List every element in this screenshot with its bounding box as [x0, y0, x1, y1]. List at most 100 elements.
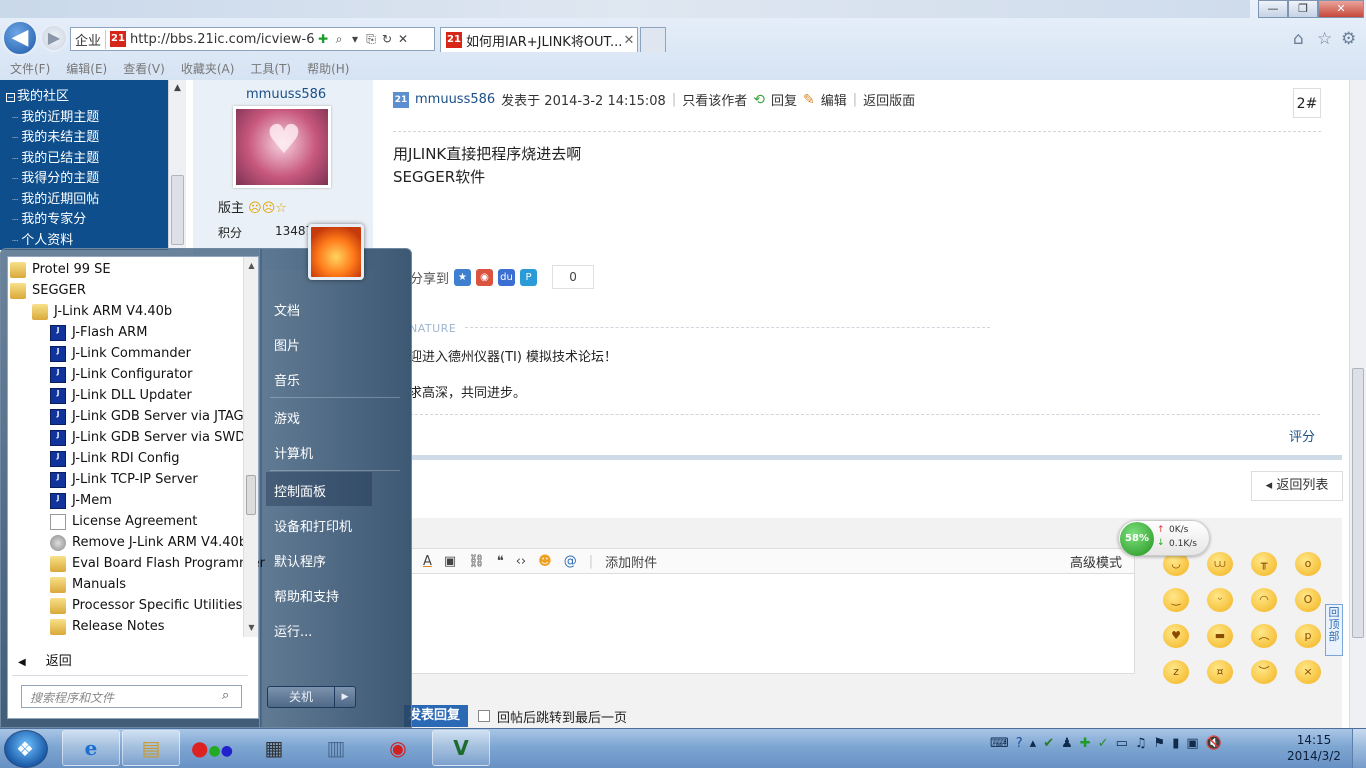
link-music[interactable]: 音乐	[274, 370, 300, 389]
scroll-thumb[interactable]	[246, 475, 256, 515]
link-computer[interactable]: 计算机	[274, 443, 313, 462]
page-scrollbar[interactable]	[1349, 80, 1366, 728]
shutdown-options-button[interactable]: ▶	[334, 686, 356, 708]
shield-icon[interactable]: ✔	[1043, 736, 1054, 751]
scroll-up-icon[interactable]: ▲	[169, 80, 186, 96]
emoji-icon[interactable]: ¤	[1207, 660, 1233, 684]
ie-icon[interactable]: e	[62, 730, 120, 766]
program-item[interactable]: J J-Link DLL Updater	[50, 385, 192, 406]
emoji-icon[interactable]: ▬	[1207, 624, 1233, 648]
show-desktop-button[interactable]	[1352, 729, 1366, 768]
dropdown-icon[interactable]: ▾	[347, 32, 363, 46]
device-icon[interactable]: ▮	[1172, 736, 1179, 751]
nav-item[interactable]: 我的近期回帖	[0, 190, 168, 211]
clock[interactable]: 14:15 2014/3/2	[1284, 732, 1344, 764]
scroll-thumb[interactable]	[171, 175, 184, 245]
monitor-icon[interactable]: ▭	[1116, 736, 1128, 751]
program-item[interactable]: J J-Link TCP-IP Server	[50, 469, 198, 490]
home-icon[interactable]: ⌂	[1293, 29, 1304, 49]
edit-link[interactable]: 编辑	[821, 90, 847, 109]
link-default-programs[interactable]: 默认程序	[274, 551, 326, 570]
zone-label[interactable]: 企业	[71, 29, 107, 49]
edit-icon[interactable]: ✎	[803, 92, 815, 108]
refresh-icon[interactable]: ↻	[379, 32, 395, 46]
reply-textarea[interactable]	[410, 574, 1135, 674]
only-author-link[interactable]: 只看该作者	[682, 90, 747, 109]
tool-icon[interactable]: ▦	[245, 730, 303, 766]
program-item[interactable]: J J-Link Commander	[50, 343, 191, 364]
qq-icon[interactable]: ♟	[1061, 736, 1073, 751]
scroll-down-icon[interactable]: ▼	[244, 623, 259, 632]
scroll-up-icon[interactable]: ▲	[244, 261, 259, 270]
nav-item[interactable]: 我的近期主题	[0, 108, 168, 129]
music-icon[interactable]: ♫	[1135, 736, 1147, 751]
emoji-icon[interactable]: ︵	[1251, 624, 1277, 648]
post-author[interactable]: mmuuss586	[415, 92, 495, 107]
keyboard-icon[interactable]: ⌨	[990, 736, 1009, 751]
user-avatar[interactable]	[233, 106, 331, 188]
start-button[interactable]	[4, 730, 48, 768]
program-item[interactable]: J J-Mem	[50, 490, 112, 511]
emoji-icon[interactable]: z	[1163, 660, 1189, 684]
program-item[interactable]: J J-Link GDB Server via SWD	[50, 427, 245, 448]
compat-icon[interactable]: ⎘	[363, 32, 379, 47]
link-help-support[interactable]: 帮助和支持	[274, 586, 339, 605]
link-icon[interactable]: ⛓	[468, 554, 485, 569]
download-icon[interactable]: ◉	[369, 730, 427, 766]
baidu-share-icon[interactable]: du	[498, 268, 516, 286]
help-icon[interactable]: ?	[1016, 736, 1023, 751]
link-games[interactable]: 游戏	[274, 408, 300, 427]
menu-view[interactable]: 查看(V)	[123, 60, 165, 77]
reply-icon[interactable]: ⟲	[753, 92, 765, 108]
favorites-star-icon[interactable]: ☆	[1317, 29, 1332, 49]
program-item[interactable]: Manuals	[50, 574, 126, 595]
back-to-top-button[interactable]: 回顶部	[1325, 604, 1343, 656]
back-to-list-button[interactable]: ◂ 返回列表	[1251, 471, 1343, 501]
new-tab-button[interactable]	[640, 27, 666, 52]
plus-app-icon[interactable]: ✚	[1080, 736, 1091, 751]
renren-share-icon[interactable]: P	[520, 268, 538, 286]
quote-icon[interactable]: ❝	[497, 554, 504, 569]
user-picture[interactable]	[308, 224, 364, 280]
stop-icon[interactable]: ✕	[395, 32, 411, 46]
jump-last-page-label[interactable]: 回帖后跳转到最后一页	[497, 707, 627, 726]
program-item[interactable]: Processor Specific Utilities	[50, 595, 242, 616]
nav-heading[interactable]: − 我的社区	[0, 87, 168, 108]
forward-button[interactable]: ▶	[40, 24, 68, 52]
program-item[interactable]: Remove J-Link ARM V4.40b	[50, 532, 247, 553]
jump-last-page-checkbox[interactable]	[478, 710, 490, 722]
emoji-icon[interactable]: ‿	[1163, 588, 1189, 612]
back-button[interactable]: ◀ 返回	[18, 650, 72, 669]
maximize-button[interactable]: ❐	[1288, 0, 1318, 18]
user-name[interactable]: mmuuss586	[246, 87, 326, 102]
address-bar[interactable]: 企业 21 http://bbs.21ic.com/icview-6899 ✚ …	[70, 27, 435, 51]
colors-app-icon[interactable]: ●●●	[183, 730, 241, 766]
link-control-panel[interactable]: 控制面板	[274, 481, 326, 500]
network-icon[interactable]: ▣	[1186, 736, 1198, 751]
tab-close-icon[interactable]: ✕	[621, 33, 637, 48]
tab-active[interactable]: 21 如何用IAR+JLINK将OUT... ✕	[440, 27, 638, 52]
font-color-icon[interactable]: A	[423, 554, 432, 569]
nav-scrollbar[interactable]: ▲	[168, 80, 186, 250]
emoji-icon[interactable]: ︶	[1251, 660, 1277, 684]
search-input[interactable]: 搜索程序和文件	[21, 685, 242, 708]
flag-icon[interactable]: ⚑	[1154, 736, 1166, 751]
weibo-share-icon[interactable]: ◉	[476, 268, 494, 286]
emoji-icon[interactable]: ×	[1295, 660, 1321, 684]
mention-icon[interactable]: @	[564, 554, 577, 569]
link-devices-printers[interactable]: 设备和打印机	[274, 516, 352, 535]
add-icon[interactable]: ✚	[315, 32, 331, 46]
explorer-icon[interactable]: ▤	[122, 730, 180, 766]
link-documents[interactable]: 文档	[274, 300, 300, 319]
program-item[interactable]: J-Link ARM V4.40b	[32, 301, 172, 322]
scroll-thumb[interactable]	[1352, 368, 1364, 638]
program-item[interactable]: Release Notes	[50, 616, 164, 637]
program-item[interactable]: J J-Link RDI Config	[50, 448, 180, 469]
back-board-link[interactable]: 返回版面	[863, 90, 915, 109]
qzone-share-icon[interactable]: ★	[454, 268, 472, 286]
program-item[interactable]: Protel 99 SE	[10, 259, 111, 280]
tray-expand-icon[interactable]: ▴	[1030, 736, 1037, 751]
nav-item[interactable]: 我的专家分	[0, 210, 168, 231]
reply-link[interactable]: 回复	[771, 90, 797, 109]
close-window-button[interactable]: ✕	[1318, 0, 1364, 18]
